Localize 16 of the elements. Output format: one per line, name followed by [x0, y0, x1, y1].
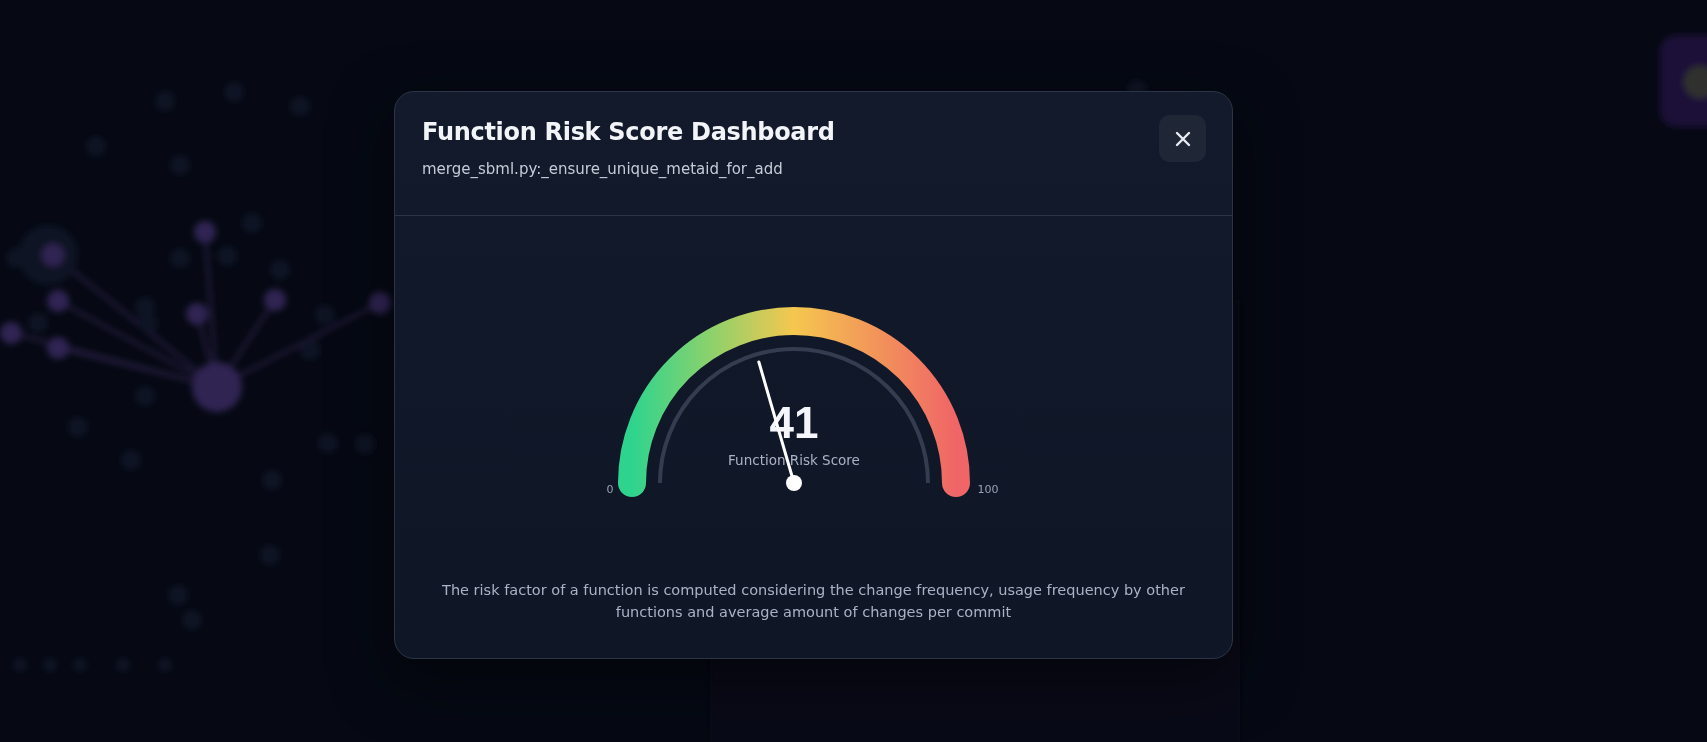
min-label: 0 — [606, 483, 613, 496]
description-text: The risk factor of a function is computed considering the change frequency, usage frequency by other functions and average amount of changes per commit — [441, 581, 1186, 622]
max-label: 100 — [977, 483, 998, 496]
graph-node — [192, 362, 242, 412]
graph-node — [47, 337, 69, 359]
graph-node — [47, 290, 69, 312]
graph-node — [0, 322, 22, 344]
close-icon — [1174, 130, 1191, 147]
modal-title: Function Risk Score Dashboard — [422, 118, 835, 146]
score-label: Function Risk Score — [727, 452, 860, 468]
graph-node — [186, 303, 208, 325]
function-name: merge_sbml.py:_ensure_unique_metaid_for_add — [422, 160, 784, 178]
close-button[interactable] — [1159, 115, 1206, 162]
graph-node — [264, 289, 286, 311]
graph-node — [194, 221, 216, 243]
graph-node — [369, 292, 391, 314]
